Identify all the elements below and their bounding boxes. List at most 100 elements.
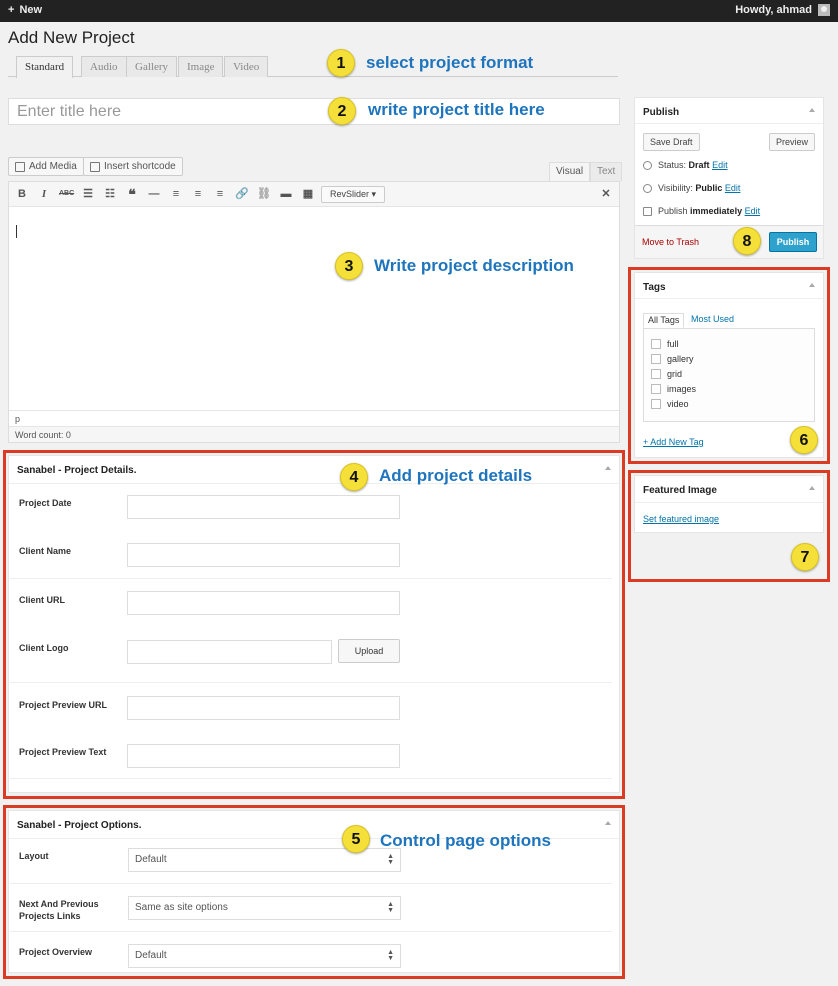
project-overview-select[interactable]: Default ▲ ▼	[128, 944, 401, 968]
blockquote-icon[interactable]: ❝	[125, 187, 139, 201]
tab-video[interactable]: Video	[224, 56, 269, 77]
tag-item[interactable]: video	[651, 399, 689, 409]
collapse-arrow-icon[interactable]	[809, 108, 815, 112]
read-more-icon[interactable]: ▬	[279, 187, 293, 201]
tag-item[interactable]: grid	[651, 369, 682, 379]
align-left-icon[interactable]: ≡	[169, 187, 183, 201]
user-menu[interactable]: Howdy, ahmad	[735, 4, 830, 16]
checkbox[interactable]	[651, 384, 661, 394]
publish-button[interactable]: Publish	[769, 232, 817, 252]
set-featured-image-link[interactable]: Set featured image	[643, 514, 719, 524]
move-to-trash-link[interactable]: Move to Trash	[642, 237, 699, 247]
publish-title: Publish	[643, 107, 680, 118]
status-line: Status: Draft Edit	[643, 160, 728, 170]
tab-all-tags[interactable]: All Tags	[643, 313, 685, 328]
tag-item[interactable]: full	[651, 339, 679, 349]
checkbox[interactable]	[651, 399, 661, 409]
eye-icon	[643, 183, 652, 193]
text-cursor	[16, 225, 17, 238]
tab-standard[interactable]: Standard	[16, 56, 74, 78]
italic-icon[interactable]: I	[37, 187, 51, 201]
edit-visibility-link[interactable]: Edit	[725, 183, 741, 193]
project-details-title: Sanabel - Project Details.	[17, 465, 137, 476]
avatar	[818, 4, 830, 16]
tag-label: images	[667, 384, 697, 394]
tag-item[interactable]: gallery	[651, 354, 694, 364]
publish-header[interactable]: Publish	[635, 98, 823, 124]
edit-status-link[interactable]: Edit	[712, 160, 728, 170]
collapse-arrow-icon[interactable]	[605, 466, 611, 470]
bold-icon[interactable]: B	[15, 187, 29, 201]
page-title: Add New Project	[8, 28, 135, 47]
media-icon	[15, 161, 25, 172]
checkbox[interactable]	[651, 339, 661, 349]
visibility-label: Visibility:	[658, 183, 693, 193]
revslider-label: RevSlider	[330, 189, 370, 199]
preview-button[interactable]: Preview	[769, 133, 816, 151]
annotation-badge-1: 1	[327, 49, 355, 77]
tags-header[interactable]: Tags	[635, 273, 823, 299]
pin-icon	[643, 160, 652, 170]
tag-label: full	[667, 339, 679, 349]
nav-links-select[interactable]: Same as site options ▲ ▼	[128, 896, 401, 920]
toolbar-toggle-icon[interactable]: ▦	[301, 187, 315, 201]
project-date-input[interactable]	[127, 495, 400, 519]
upload-button[interactable]: Upload	[338, 639, 400, 663]
status-label: Status:	[658, 160, 687, 170]
bullet-list-icon[interactable]: ☰	[81, 187, 95, 201]
publish-actions: Move to Trash Publish	[635, 225, 823, 258]
add-new-tag-link[interactable]: + Add New Tag	[643, 437, 704, 447]
tab-audio[interactable]: Audio	[81, 56, 127, 77]
collapse-arrow-icon[interactable]	[809, 486, 815, 490]
tab-visual[interactable]: Visual	[549, 162, 591, 181]
annotation-note-3: Write project description	[374, 256, 574, 275]
annotation-badge-5: 5	[342, 825, 370, 853]
project-preview-url-input[interactable]	[127, 696, 400, 720]
calendar-icon	[643, 206, 652, 216]
row-divider	[10, 931, 612, 932]
align-center-icon[interactable]: ≡	[191, 187, 205, 201]
insert-shortcode-button[interactable]: Insert shortcode	[83, 157, 183, 176]
status-value: Draft	[688, 160, 710, 170]
featured-image-header[interactable]: Featured Image	[635, 476, 823, 503]
select-arrows-icon: ▲ ▼	[387, 853, 394, 866]
client-url-input[interactable]	[127, 591, 400, 615]
fullscreen-icon[interactable]: ✕	[599, 187, 613, 201]
nav-links-label-line1: Next And Previous	[19, 899, 99, 909]
annotation-badge-6: 6	[790, 426, 818, 454]
strikethrough-icon[interactable]: ABC	[59, 187, 74, 201]
tab-image[interactable]: Image	[178, 56, 224, 77]
checkbox[interactable]	[651, 354, 661, 364]
schedule-value: immediately	[690, 206, 743, 216]
collapse-arrow-icon[interactable]	[809, 283, 815, 287]
client-name-input[interactable]	[127, 543, 400, 567]
save-draft-button[interactable]: Save Draft	[643, 133, 700, 151]
admin-bar: + New Howdy, ahmad	[0, 0, 838, 22]
tag-label: grid	[667, 369, 683, 379]
annotation-note-4: Add project details	[379, 466, 533, 485]
collapse-arrow-icon[interactable]	[605, 821, 611, 825]
annotation-note-2: write project title here	[368, 100, 545, 119]
numbered-list-icon[interactable]: ☷	[103, 187, 117, 201]
nav-links-value: Same as site options	[135, 902, 228, 913]
link-icon[interactable]: 🔗	[235, 187, 249, 201]
tag-item[interactable]: images	[651, 384, 696, 394]
revslider-dropdown[interactable]: RevSlider ▾	[321, 186, 386, 203]
add-media-button[interactable]: Add Media	[8, 157, 84, 176]
edit-schedule-link[interactable]: Edit	[745, 206, 761, 216]
project-preview-url-label: Project Preview URL	[19, 700, 108, 710]
row-divider	[10, 778, 612, 779]
align-right-icon[interactable]: ≡	[213, 187, 227, 201]
project-options-title: Sanabel - Project Options.	[17, 820, 142, 831]
unlink-icon[interactable]: ⛓	[257, 187, 271, 201]
checkbox[interactable]	[651, 369, 661, 379]
project-preview-text-input[interactable]	[127, 744, 400, 768]
tab-most-used[interactable]: Most Used	[687, 313, 738, 328]
client-logo-input[interactable]	[127, 640, 332, 664]
client-logo-label: Client Logo	[19, 643, 69, 653]
new-menu[interactable]: + New	[8, 4, 42, 16]
tab-gallery[interactable]: Gallery	[126, 56, 177, 77]
content-editor[interactable]: B I ABC ☰ ☷ ❝ — ≡ ≡ ≡ 🔗 ⛓ ▬ ▦ RevSlider …	[8, 181, 620, 443]
tab-text[interactable]: Text	[590, 162, 623, 181]
horizontal-rule-icon[interactable]: —	[147, 187, 161, 201]
